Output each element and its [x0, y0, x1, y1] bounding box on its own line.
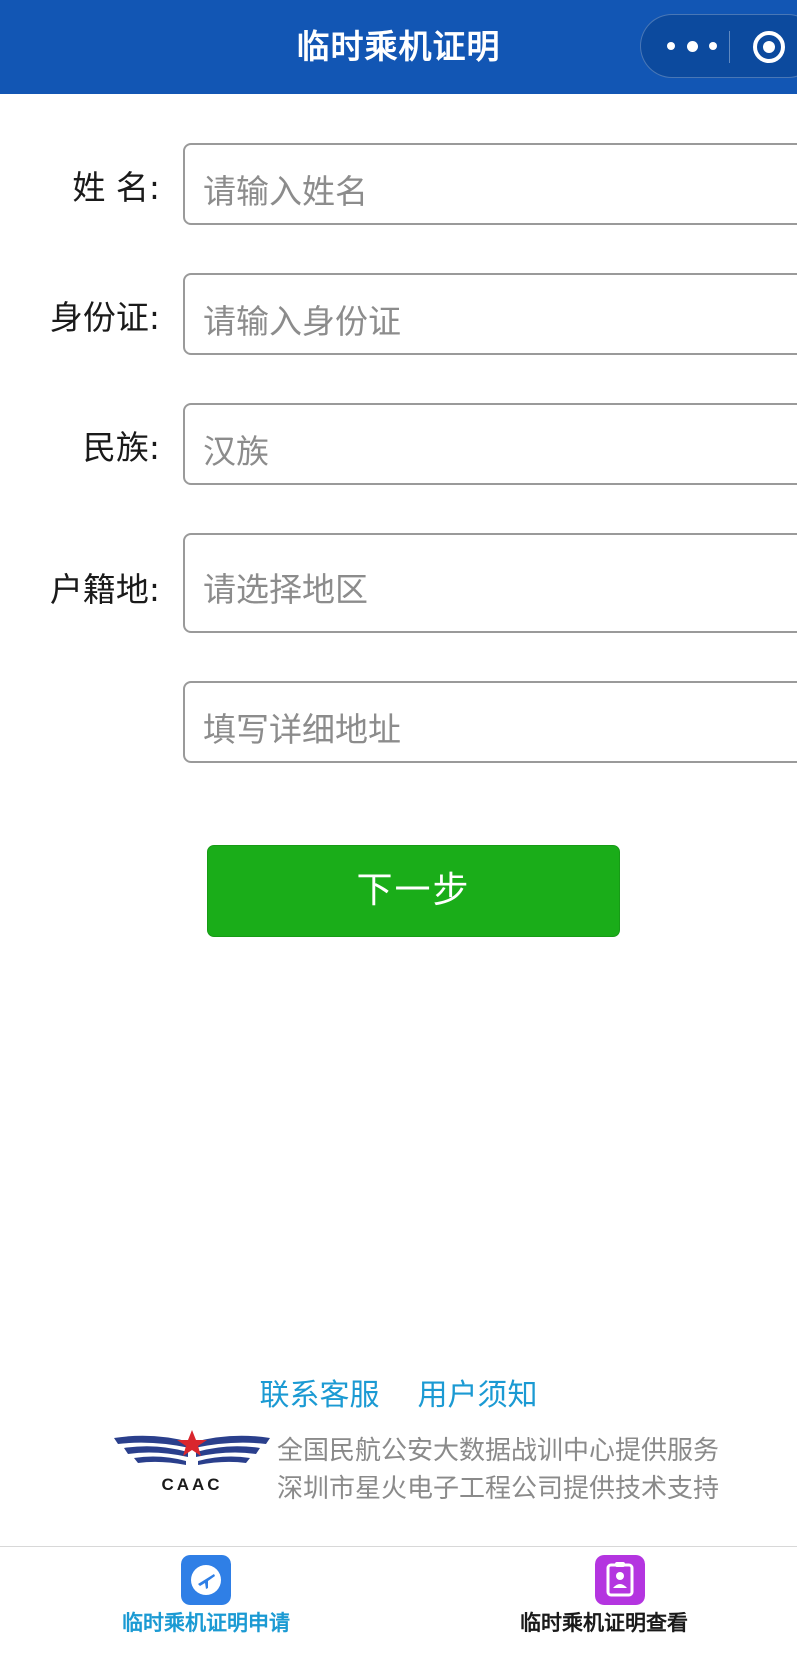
tab-view[interactable]: 临时乘机证明查看 — [405, 1547, 797, 1673]
id-card-input[interactable]: 请输入身份证 — [183, 273, 797, 355]
navigation-bar: 临时乘机证明 — [0, 0, 797, 94]
ethnicity-value: 汉族 — [203, 432, 269, 471]
credit-line-tech: 深圳市星火电子工程公司提供技术支持 — [277, 1474, 720, 1504]
address-input[interactable]: 填写详细地址 — [183, 681, 797, 763]
caac-logo-text: CAAC — [161, 1475, 222, 1494]
ethnicity-label: 民族: — [82, 428, 160, 467]
target-close-icon[interactable] — [751, 29, 787, 65]
credit-line-service: 全国民航公安大数据战训中心提供服务 — [277, 1436, 720, 1466]
ethnicity-row: 民族: 汉族 — [0, 403, 797, 485]
caac-logo: CAAC — [114, 1430, 270, 1494]
name-input[interactable]: 请输入姓名 — [183, 143, 797, 225]
domicile-label: 户籍地: — [49, 570, 160, 609]
address-row: 填写详细地址 — [0, 681, 797, 763]
airplane-icon — [181, 1555, 231, 1605]
mini-program-capsule — [640, 14, 797, 78]
tab-apply-label: 临时乘机证明申请 — [122, 1611, 290, 1635]
id-badge-icon — [595, 1555, 645, 1605]
id-card-placeholder: 请输入身份证 — [203, 302, 401, 341]
service-credits: 全国民航公安大数据战训中心提供服务 深圳市星火电子工程公司提供技术支持 — [277, 1432, 719, 1508]
region-picker[interactable]: 请选择地区 — [183, 533, 797, 633]
id-card-row: 身份证: 请输入身份证 — [0, 273, 797, 355]
tab-apply[interactable]: 临时乘机证明申请 — [7, 1547, 405, 1673]
address-placeholder: 填写详细地址 — [203, 710, 401, 749]
next-step-button[interactable]: 下一步 — [207, 845, 620, 937]
tab-view-label: 临时乘机证明查看 — [520, 1611, 688, 1635]
customer-service-link[interactable]: 联系客服 — [260, 1370, 380, 1414]
capsule-divider — [729, 31, 730, 63]
name-row: 姓 名: 请输入姓名 — [0, 143, 797, 225]
domicile-row: 户籍地: 请选择地区 — [0, 533, 797, 633]
more-dots-icon[interactable] — [667, 35, 717, 57]
footer-links: 联系客服 用户须知 — [0, 1370, 797, 1414]
tab-bar: 临时乘机证明申请 临时乘机证明查看 — [0, 1546, 797, 1673]
name-label: 姓 名: — [72, 168, 160, 207]
user-notice-link[interactable]: 用户须知 — [418, 1370, 538, 1414]
name-placeholder: 请输入姓名 — [203, 172, 368, 211]
region-placeholder: 请选择地区 — [203, 570, 368, 609]
ethnicity-select[interactable]: 汉族 — [183, 403, 797, 485]
id-card-label: 身份证: — [49, 298, 160, 337]
